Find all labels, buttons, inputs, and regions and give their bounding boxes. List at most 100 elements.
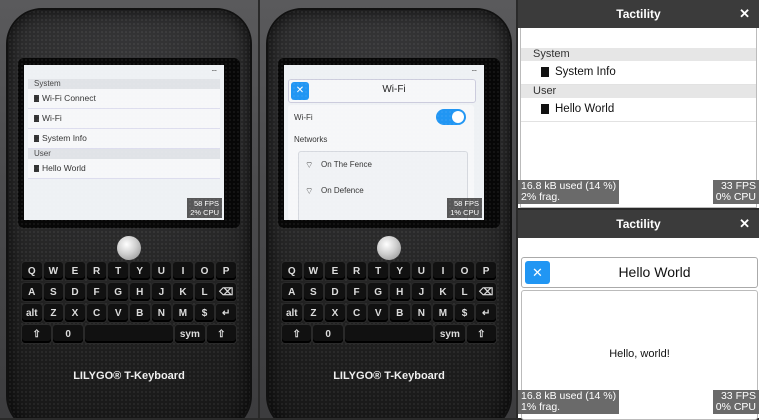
file-icon — [541, 67, 549, 77]
window-title: Tactility — [616, 217, 661, 231]
key: C — [86, 304, 107, 322]
list-item-system-info[interactable]: System Info — [28, 129, 220, 149]
key: D — [65, 283, 85, 301]
shift-key: ⇧ — [206, 325, 236, 343]
alt-key: alt — [282, 304, 302, 322]
key: 0 — [313, 325, 343, 343]
space-key — [344, 325, 434, 343]
list-item-wifi-connect[interactable]: Wi-Fi Connect — [28, 89, 220, 109]
brand-label: LILYGO® T-Keyboard — [73, 370, 185, 382]
list-item-hello-world[interactable]: Hello World — [521, 98, 756, 122]
key: L — [194, 283, 215, 301]
shift-key: ⇧ — [466, 325, 496, 343]
app-close-button[interactable]: ✕ — [525, 261, 550, 284]
key: G — [368, 283, 388, 301]
wifi-toggle[interactable] — [436, 109, 466, 125]
key: J — [411, 283, 432, 301]
key: $ — [454, 304, 475, 322]
section-header-user: User — [521, 85, 756, 98]
wifi-settings-panel: Wi-Fi Networks ⌔ On The Fence ⌔ On Defence — [288, 105, 474, 220]
key: N — [151, 304, 172, 322]
key: I — [433, 262, 453, 280]
app-title: Hello World — [618, 264, 691, 280]
key: E — [325, 262, 345, 280]
key: K — [433, 283, 453, 301]
app-list: System Wi-Fi Connect Wi-Fi System Info U… — [28, 79, 220, 179]
tactility-hello-world-window: Tactility ✕ ✕ Hello World Hello, world! … — [518, 210, 759, 420]
key: W — [303, 262, 324, 280]
memory-frag: 1% frag. — [521, 401, 561, 413]
perf-overlay: 33 FPS 0% CPU — [712, 390, 759, 414]
hello-message: Hello, world! — [609, 348, 670, 360]
wifi-status-icon: ⌔ — [210, 68, 218, 77]
key: M — [433, 304, 453, 322]
key: H — [389, 283, 410, 301]
key: S — [303, 283, 324, 301]
section-header-user: User — [28, 149, 220, 159]
device-body: ⌔ System Wi-Fi Connect Wi-Fi System Info… — [8, 10, 250, 418]
key: Y — [129, 262, 150, 280]
network-item[interactable]: ⌔ On The Fence — [299, 152, 467, 178]
key: J — [151, 283, 172, 301]
key: Y — [389, 262, 410, 280]
brand-label: LILYGO® T-Keyboard — [333, 370, 445, 382]
close-icon[interactable]: ✕ — [291, 82, 309, 100]
key: Z — [303, 304, 324, 322]
key: F — [86, 283, 107, 301]
list-item-wifi[interactable]: Wi-Fi — [28, 109, 220, 129]
shift-key: ⇧ — [22, 325, 52, 343]
close-icon[interactable]: ✕ — [739, 6, 750, 22]
section-header-system: System — [521, 48, 756, 61]
fps-readout: 58 FPS — [193, 199, 219, 208]
key: C — [346, 304, 367, 322]
device-photo-wifi: ⌔ ✕ Wi-Fi Wi-Fi Networks ⌔ On The Fence ⌔… — [260, 0, 516, 418]
alt-key: alt — [22, 304, 42, 322]
list-item-system-info[interactable]: System Info — [521, 61, 756, 85]
cpu-readout: 2% CPU — [190, 208, 219, 217]
networks-label: Networks — [294, 135, 328, 144]
key: O — [194, 262, 215, 280]
cpu-readout: 1% CPU — [450, 208, 479, 217]
key: F — [346, 283, 367, 301]
key: B — [389, 304, 410, 322]
close-icon[interactable]: ✕ — [739, 216, 750, 232]
list-item-hello-world[interactable]: Hello World — [28, 159, 220, 179]
key: T — [368, 262, 388, 280]
physical-keyboard: Q W E R T Y U I O P A S D F G H J K L ⌫ … — [22, 262, 236, 370]
key: G — [108, 283, 128, 301]
cpu-readout: 0% CPU — [715, 401, 756, 413]
key: P — [476, 262, 496, 280]
app-list: System System Info User Hello World — [521, 48, 756, 122]
key: I — [173, 262, 193, 280]
key: L — [454, 283, 475, 301]
tactility-launcher-window: Tactility ✕ System System Info User Hell… — [518, 0, 759, 208]
screen-bezel — [18, 58, 240, 228]
network-name: On Defence — [321, 186, 364, 195]
memory-overlay: 16.8 kB used (14 %) 2% frag. — [518, 180, 620, 204]
app-header: ✕ Hello World — [521, 257, 758, 288]
backspace-key: ⌫ — [216, 283, 236, 301]
shift-key: ⇧ — [282, 325, 312, 343]
screen-bezel — [278, 58, 500, 228]
key: Q — [282, 262, 302, 280]
section-header-system: System — [28, 79, 220, 89]
key: E — [65, 262, 85, 280]
key: P — [216, 262, 236, 280]
enter-key: ↵ — [476, 304, 496, 322]
trackball[interactable] — [117, 236, 141, 260]
space-key — [84, 325, 174, 343]
memory-overlay: 16.8 kB used (14 %) 1% frag. — [518, 390, 620, 414]
cpu-readout: 0% CPU — [715, 191, 756, 203]
fps-readout: 58 FPS — [453, 199, 479, 208]
sym-key: sym — [175, 325, 205, 343]
network-item[interactable]: ⌔ On Defence — [299, 178, 467, 204]
perf-overlay: 33 FPS 0% CPU — [712, 180, 759, 204]
key: A — [282, 283, 302, 301]
trackball[interactable] — [377, 236, 401, 260]
key: D — [325, 283, 345, 301]
key: U — [411, 262, 432, 280]
list-item-label: System Info — [555, 66, 616, 78]
key: U — [151, 262, 172, 280]
perf-overlay: 58 FPS 2% CPU — [187, 198, 222, 218]
key: W — [43, 262, 64, 280]
